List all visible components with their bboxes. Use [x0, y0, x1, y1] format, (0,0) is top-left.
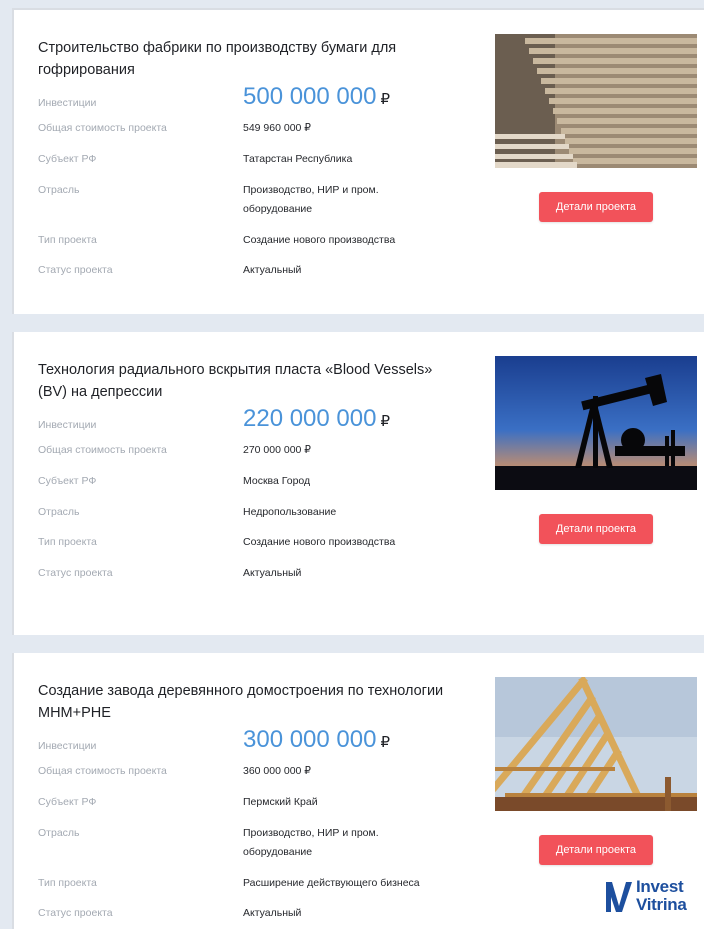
- project-type-value: Создание нового производства: [243, 234, 396, 246]
- industry-label: Отрасль: [38, 506, 80, 518]
- status-value: Актуальный: [243, 907, 302, 919]
- project-title[interactable]: Строительство фабрики по производству бу…: [38, 37, 458, 81]
- investment-amount: 300 000 000: [243, 726, 377, 753]
- investment-label: Инвестиции: [38, 740, 97, 752]
- region-value: Татарстан Республика: [243, 153, 353, 165]
- investment-value: 300 000 000 ₽: [243, 725, 443, 758]
- industry-value: Производство, НИР и пром. оборудование: [243, 827, 379, 858]
- total-cost-label: Общая стоимость проекта: [38, 444, 167, 456]
- project-card: Создание завода деревянного домостроения…: [12, 653, 704, 929]
- status-label: Статус проекта: [38, 567, 113, 579]
- logo-text-vitrina: Vitrina: [636, 895, 687, 914]
- invest-vitrina-logo: Invest Vitrina: [604, 876, 700, 916]
- project-type-label: Тип проекта: [38, 234, 97, 246]
- project-type-value: Создание нового производства: [243, 536, 396, 548]
- ruble-sign: ₽: [380, 734, 391, 751]
- project-card: Технология радиального вскрытия пласта «…: [12, 332, 704, 635]
- total-cost-value: 360 000 000 ₽: [243, 765, 311, 777]
- investment-label: Инвестиции: [38, 419, 97, 431]
- total-cost-value: 549 960 000 ₽: [243, 122, 311, 134]
- investment-amount: 500 000 000: [243, 83, 377, 110]
- logo-text-invest: Invest: [636, 877, 684, 896]
- status-label: Статус проекта: [38, 264, 113, 276]
- region-label: Субъект РФ: [38, 796, 97, 808]
- investment-amount: 220 000 000: [243, 405, 377, 432]
- industry-value: Недропользование: [243, 506, 337, 518]
- project-details-button[interactable]: Детали проекта: [539, 192, 653, 222]
- corrugated-cardboard-photo[interactable]: [495, 34, 697, 168]
- region-label: Субъект РФ: [38, 475, 97, 487]
- oil-pump-jack-photo[interactable]: [495, 356, 697, 490]
- project-feed: Строительство фабрики по производству бу…: [12, 8, 704, 929]
- project-type-label: Тип проекта: [38, 877, 97, 889]
- investment-value: 220 000 000 ₽: [243, 404, 443, 437]
- project-details-button[interactable]: Детали проекта: [539, 514, 653, 544]
- status-value: Актуальный: [243, 264, 302, 276]
- status-label: Статус проекта: [38, 907, 113, 919]
- wooden-roof-frame-photo[interactable]: [495, 677, 697, 811]
- ruble-sign: ₽: [380, 413, 391, 430]
- investment-value: 500 000 000 ₽: [243, 82, 443, 115]
- project-title[interactable]: Технология радиального вскрытия пласта «…: [38, 359, 458, 403]
- total-cost-label: Общая стоимость проекта: [38, 765, 167, 777]
- project-type-value: Расширение действующего бизнеса: [243, 877, 420, 889]
- invest-vitrina-logo-mark: [604, 878, 634, 914]
- status-value: Актуальный: [243, 567, 302, 579]
- region-label: Субъект РФ: [38, 153, 97, 165]
- project-details-button[interactable]: Детали проекта: [539, 835, 653, 865]
- industry-label: Отрасль: [38, 827, 80, 839]
- project-title[interactable]: Создание завода деревянного домостроения…: [38, 680, 458, 724]
- region-value: Пермский Край: [243, 796, 318, 808]
- total-cost-label: Общая стоимость проекта: [38, 122, 167, 134]
- investment-label: Инвестиции: [38, 97, 97, 109]
- industry-label: Отрасль: [38, 184, 80, 196]
- project-type-label: Тип проекта: [38, 536, 97, 548]
- industry-value: Производство, НИР и пром. оборудование: [243, 184, 379, 215]
- ruble-sign: ₽: [380, 91, 391, 108]
- project-card: Строительство фабрики по производству бу…: [12, 8, 704, 314]
- total-cost-value: 270 000 000 ₽: [243, 444, 311, 456]
- region-value: Москва Город: [243, 475, 311, 487]
